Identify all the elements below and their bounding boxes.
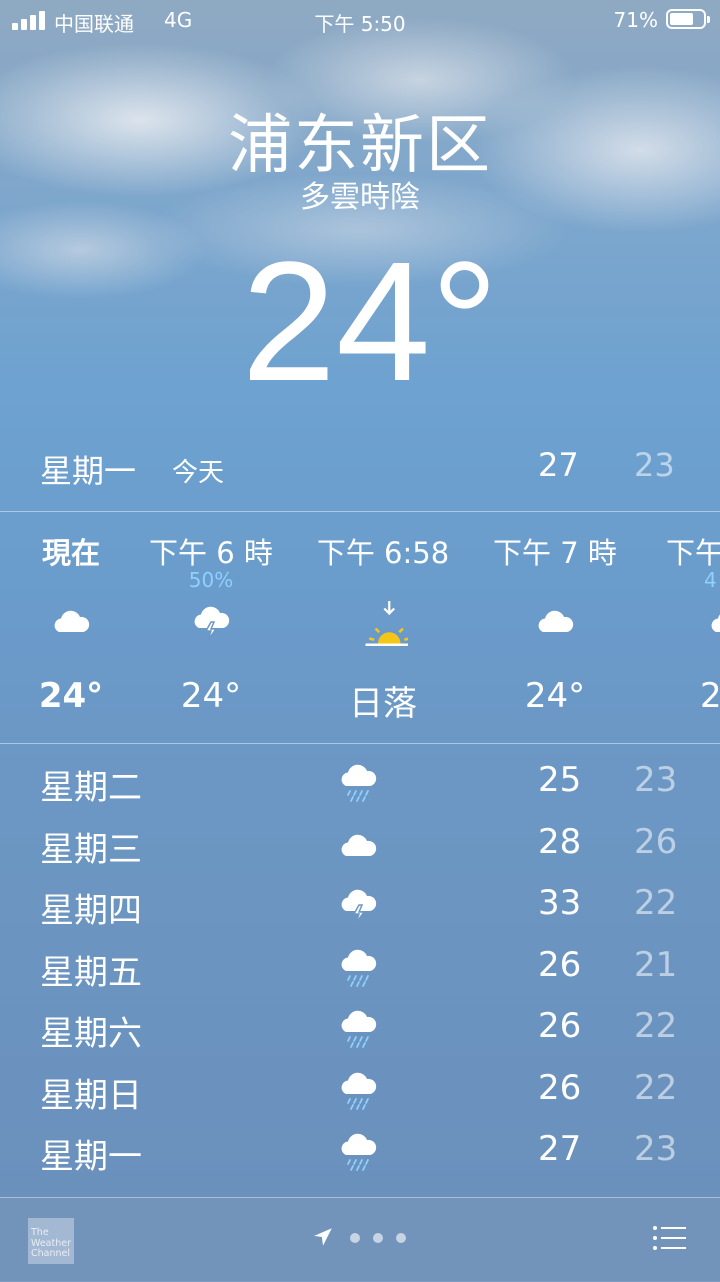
hour-label: 下午 <box>666 536 720 570</box>
page-dot <box>350 1233 360 1243</box>
hour-label: 下午 7 時 <box>493 536 617 570</box>
cloud-icon <box>538 610 574 632</box>
hour-temperature: 24° <box>524 676 586 716</box>
location-arrow-icon <box>314 1228 332 1246</box>
daily-row: 星期二 25 23 <box>0 752 720 814</box>
daily-row: 星期六 26 22 <box>0 998 720 1060</box>
today-label: 今天 <box>172 458 225 488</box>
daily-day: 星期一 <box>40 1137 142 1177</box>
hour-temperature: 24° <box>38 676 104 716</box>
daily-row-partial: 星期 <box>0 1185 720 1197</box>
daily-low: 22 <box>634 883 678 923</box>
daily-day: 星期二 <box>40 768 142 808</box>
page-dot <box>373 1233 383 1243</box>
daily-day: 星期五 <box>40 952 142 993</box>
daily-low: 23 <box>634 760 678 800</box>
daily-high: 27 <box>538 1129 582 1169</box>
hour-label: 下午 6:58 <box>316 536 450 570</box>
today-low: 23 <box>634 446 675 484</box>
daily-high: 26 <box>538 1006 582 1046</box>
city-list-icon[interactable] <box>652 1224 686 1252</box>
precip-chance: 4 <box>704 568 717 592</box>
cloud-icon <box>341 834 377 856</box>
rain-icon <box>341 1010 377 1048</box>
daily-low: 23 <box>634 1129 678 1169</box>
daily-low: 22 <box>634 1006 678 1046</box>
thunderstorm-icon <box>341 889 377 924</box>
hourly-forecast-scroller[interactable]: 現在 24° 下午 6 時 50% 24° 下午 6:58 日落 下午 7 時 <box>0 512 720 742</box>
hourly-item: 下午 6:58 日落 <box>308 512 458 742</box>
daily-low: 22 <box>634 1067 678 1108</box>
rain-icon <box>341 949 377 987</box>
sunset-icon <box>365 601 408 646</box>
daily-day: 星期 <box>40 1187 108 1197</box>
daily-high: 26 <box>538 944 582 985</box>
cloud-icon <box>54 610 90 632</box>
daily-low: 21 <box>634 944 678 985</box>
daily-high: 28 <box>538 821 582 862</box>
daily-row: 星期五 26 21 <box>0 937 720 999</box>
daily-row: 星期日 26 22 <box>0 1060 720 1122</box>
weather-condition: 多雲時陰 <box>300 180 420 215</box>
hour-label: 下午 6 時 <box>149 536 273 570</box>
thunderstorm-icon <box>194 606 230 641</box>
battery-percent: 71% <box>613 8 658 32</box>
daily-day: 星期四 <box>40 891 142 931</box>
status-time: 下午 5:50 <box>314 12 406 36</box>
hourly-item: 現在 24° <box>0 512 146 742</box>
rain-icon <box>341 764 377 802</box>
daily-day: 星期三 <box>40 829 142 870</box>
daily-row: 星期一 27 23 <box>0 1121 720 1183</box>
hourly-item: 下午 4 2 <box>652 512 720 742</box>
daily-row: 星期三 28 26 <box>0 814 720 876</box>
daily-row: 星期四 33 22 <box>0 875 720 937</box>
battery-icon <box>666 9 710 29</box>
page-dot <box>396 1233 406 1243</box>
status-bar: 中国联通 4G 下午 5:50 71% <box>0 0 720 40</box>
daily-day: 星期日 <box>40 1075 142 1116</box>
hourly-item: 下午 6 時 50% 24° <box>136 512 286 742</box>
daily-high: 25 <box>538 760 582 800</box>
today-day: 星期一 <box>40 452 137 490</box>
rain-icon <box>341 1133 377 1171</box>
hourly-item: 下午 7 時 24° <box>480 512 630 742</box>
sunset-label: 日落 <box>349 684 417 724</box>
weather-channel-logo[interactable]: The Weather Channel <box>28 1218 74 1264</box>
daily-low: 26 <box>634 821 678 862</box>
daily-forecast-list[interactable]: 星期二 25 23 星期三 28 26 星期四 33 22 星期五 26 21 <box>0 752 720 1183</box>
hour-temperature: 24° <box>180 676 242 716</box>
bottom-toolbar: The Weather Channel <box>0 1197 720 1282</box>
hour-label: 現在 <box>41 536 100 570</box>
page-indicator[interactable] <box>312 1224 412 1254</box>
rain-icon <box>341 1072 377 1110</box>
today-high: 27 <box>538 446 579 484</box>
cloud-icon <box>711 614 720 632</box>
precip-chance: 50% <box>188 568 234 592</box>
divider <box>0 743 720 744</box>
today-summary-row: 星期一 今天 27 23 <box>0 440 720 492</box>
daily-high: 33 <box>538 883 582 923</box>
daily-high: 26 <box>538 1067 582 1108</box>
daily-day: 星期六 <box>40 1014 142 1054</box>
hour-temperature: 2 <box>700 676 720 716</box>
current-temperature: 24° <box>241 227 499 417</box>
